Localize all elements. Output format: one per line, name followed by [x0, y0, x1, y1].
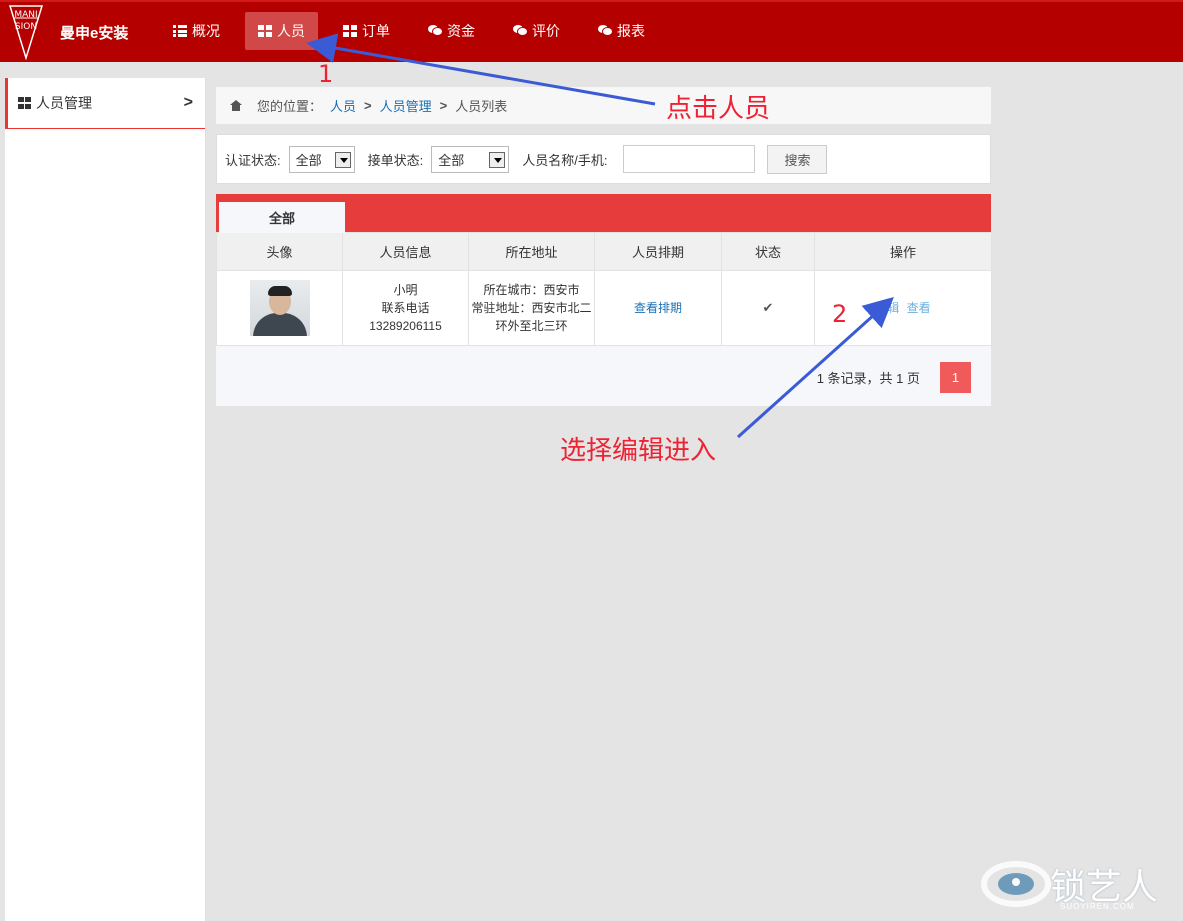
annotation-step-2: 2: [832, 300, 848, 328]
arrow-to-edit: [736, 296, 894, 439]
annotation-click-personnel: 点击人员: [666, 94, 771, 124]
watermark-subtext: SUOYIREN.COM: [1060, 902, 1135, 911]
annotation-select-edit: 选择编辑进入: [560, 436, 717, 466]
annotation-step-1: 1: [318, 60, 334, 88]
arrow-to-nav: [306, 33, 656, 106]
